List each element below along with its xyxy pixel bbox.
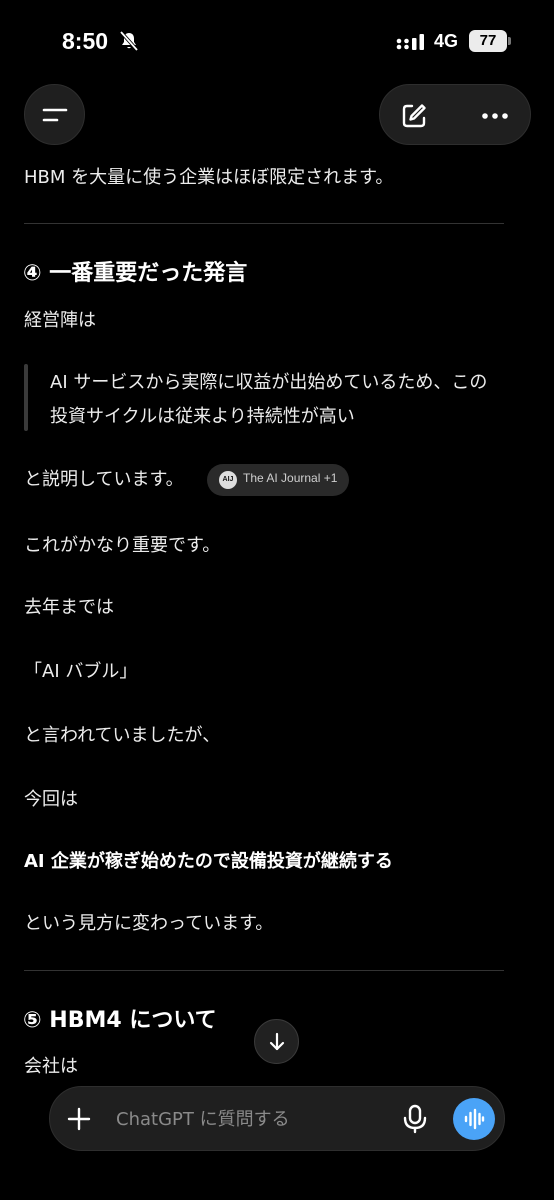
battery-icon — [508, 37, 511, 45]
microphone-icon[interactable] — [401, 1104, 429, 1134]
edit-icon[interactable] — [400, 102, 428, 130]
paragraph-intro: HBM を大量に使う企業はほぼ限定されます。 — [24, 167, 394, 188]
citation-label: The AI Journal +1 — [243, 471, 338, 485]
plus-icon[interactable] — [67, 1107, 91, 1131]
section-heading-5: ⑤ HBM4 について — [23, 1008, 217, 1033]
battery-level: 77 — [469, 30, 507, 52]
sidebar-menu-button[interactable] — [24, 84, 85, 145]
paragraph-was-said: と言われていましたが、 — [24, 725, 221, 746]
section-heading-4: ④ 一番重要だった発言 — [23, 261, 248, 286]
scroll-to-bottom-button[interactable] — [254, 1019, 299, 1064]
voice-mode-button[interactable] — [453, 1098, 495, 1140]
network-type: 4G — [434, 31, 459, 51]
status-time: 8:50 — [62, 28, 109, 54]
message-input[interactable] — [116, 1104, 386, 1134]
paragraph-last-year: 去年までは — [24, 597, 114, 618]
status-bar: 8:50 4G 77 — [0, 0, 554, 80]
section-divider — [24, 223, 504, 224]
citation-chip[interactable]: AIJ The AI Journal +1 — [207, 464, 349, 496]
paragraph-view-change: という見方に変わっています。 — [24, 913, 274, 934]
blockquote-bar — [24, 364, 28, 431]
paragraph-management: 経営陣は — [24, 310, 96, 331]
source-logo-icon: AIJ — [219, 471, 237, 489]
paragraph-explained: と説明しています。 — [24, 469, 184, 490]
cellular-signal-icon — [396, 34, 424, 50]
waveform-icon — [464, 1108, 485, 1130]
blockquote-line-2: 投資サイクルは従来より持続性が高い — [50, 406, 355, 427]
section-divider — [24, 970, 504, 971]
paragraph-bold-claim: AI 企業が稼ぎ始めたので設備投資が継続する — [24, 851, 393, 872]
paragraph-ai-bubble: 「AI バブル」 — [24, 661, 138, 682]
header-actions — [379, 84, 531, 145]
arrow-down-icon — [269, 1032, 285, 1051]
bell-muted-icon — [119, 30, 139, 52]
paragraph-company: 会社は — [24, 1056, 78, 1077]
paragraph-this-time: 今回は — [24, 789, 78, 810]
blockquote-line-1: AI サービスから実際に収益が出始めているため、この — [50, 372, 488, 393]
more-icon[interactable] — [480, 102, 510, 130]
menu-icon — [42, 108, 68, 122]
message-composer — [49, 1086, 505, 1151]
paragraph-important: これがかなり重要です。 — [24, 535, 221, 556]
